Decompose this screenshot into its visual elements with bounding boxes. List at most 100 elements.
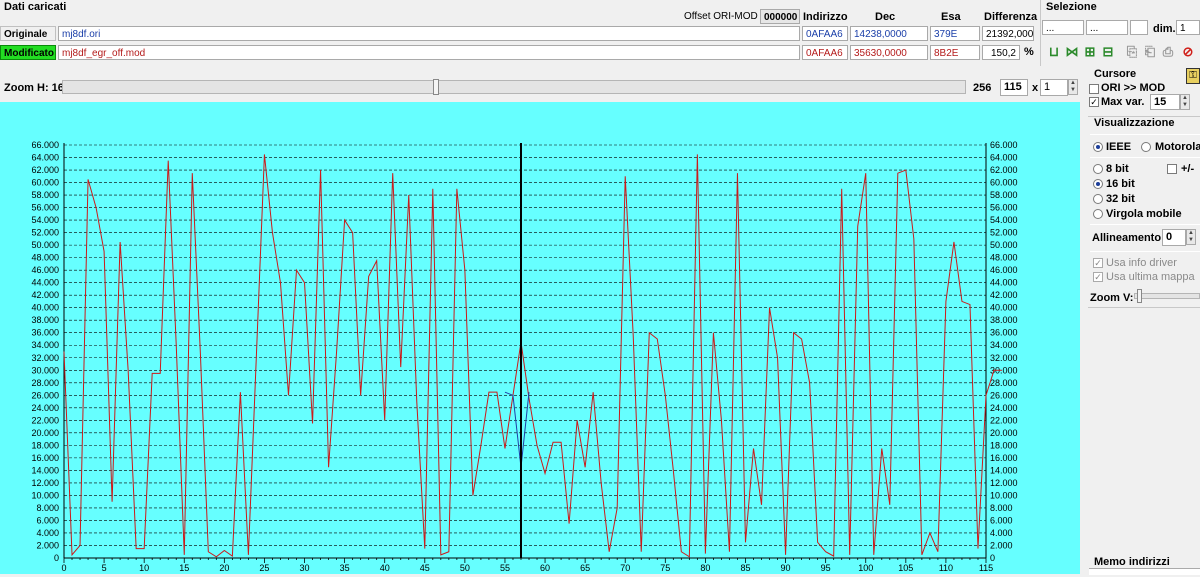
copy-left-icon[interactable]: ⊔: [1046, 44, 1062, 60]
zoom-mult-spinner[interactable]: ▲ ▼: [1068, 79, 1078, 95]
selezione-title: Selezione: [1046, 1, 1097, 13]
ori-mod-checkbox[interactable]: [1089, 84, 1099, 94]
max-var-checkbox[interactable]: ✓: [1089, 97, 1099, 107]
x-tick-label: 70: [620, 563, 630, 573]
zoom-mult[interactable]: 1: [1040, 79, 1068, 96]
y-tick-label-right: 16.000: [990, 453, 1018, 463]
max-var-value[interactable]: 15: [1150, 94, 1180, 110]
y-tick-label-right: 54.000: [990, 215, 1018, 225]
zoom-v-label: Zoom V:: [1090, 292, 1134, 304]
selezione-end[interactable]: ...: [1086, 20, 1128, 35]
zoom-x-label: x: [1032, 82, 1039, 94]
y-tick-label-right: 0: [990, 553, 995, 563]
visualizzazione-title: Visualizzazione: [1094, 117, 1175, 129]
originale-filename[interactable]: mj8df.ori: [58, 26, 800, 41]
lock-icon[interactable]: ⚿: [1186, 68, 1200, 84]
y-tick-label-left: 56.000: [31, 203, 59, 213]
zoom-h-value[interactable]: 115: [1000, 79, 1028, 96]
import-icon[interactable]: ⎗: [1142, 44, 1158, 60]
plusminus-checkbox[interactable]: [1167, 164, 1177, 174]
y-tick-label-right: 32.000: [990, 353, 1018, 363]
offset-value[interactable]: 000000: [760, 9, 800, 24]
y-tick-label-right: 56.000: [990, 203, 1018, 213]
16bit-radio[interactable]: [1093, 179, 1103, 189]
zoom-v-track[interactable]: [1134, 289, 1200, 303]
max-var-label: Max var.: [1101, 96, 1145, 108]
y-tick-label-left: 18.000: [31, 440, 59, 450]
max-var-spinner[interactable]: ▲ ▼: [1180, 94, 1190, 110]
y-tick-label-left: 64.000: [31, 153, 59, 163]
modificato-filename[interactable]: mj8df_egr_off.mod: [58, 45, 800, 60]
selezione-extra[interactable]: [1130, 20, 1148, 35]
y-tick-label-right: 66.000: [990, 140, 1018, 150]
modificato-esa[interactable]: 8B2E: [930, 45, 980, 60]
usa-info-driver-label: Usa info driver: [1106, 257, 1177, 269]
stop-icon[interactable]: ⊘: [1180, 44, 1196, 60]
x-tick-label: 5: [102, 563, 107, 573]
y-tick-label-left: 24.000: [31, 403, 59, 413]
y-tick-label-right: 4.000: [990, 528, 1013, 538]
zoom-h-thumb[interactable]: [433, 79, 439, 95]
copy-right-icon[interactable]: ⋈: [1064, 44, 1080, 60]
originale-esa[interactable]: 379E: [930, 26, 980, 41]
x-tick-label: 30: [300, 563, 310, 573]
selezione-start[interactable]: ...: [1042, 20, 1084, 35]
usa-info-driver-checkbox[interactable]: ✓: [1093, 258, 1103, 268]
y-tick-label-left: 52.000: [31, 228, 59, 238]
y-tick-label-right: 20.000: [990, 428, 1018, 438]
x-tick-label: 50: [460, 563, 470, 573]
motorola-radio[interactable]: [1141, 142, 1151, 152]
y-tick-label-left: 66.000: [31, 140, 59, 150]
save-icon[interactable]: ⎙: [1160, 44, 1176, 60]
y-tick-label-right: 18.000: [990, 440, 1018, 450]
chart-area[interactable]: 0 0 2.000 2.000 4.000 4.000 6.000 6.000 8.000 8.0…: [0, 102, 1080, 574]
originale-indirizzo[interactable]: 0AFAA6: [802, 26, 848, 41]
y-tick-label-left: 50.000: [31, 240, 59, 250]
y-tick-label-left: 60.000: [31, 178, 59, 188]
8bit-label: 8 bit: [1106, 163, 1129, 175]
y-tick-label-left: 12.000: [31, 478, 59, 488]
virgola-label: Virgola mobile: [1106, 208, 1182, 220]
dim-input[interactable]: 1: [1176, 20, 1200, 35]
32bit-radio[interactable]: [1093, 194, 1103, 204]
chart-svg[interactable]: 0 02.000 2.0004.000 4.0006.000 6.0008.000 8.0…: [0, 102, 1080, 574]
modificato-dec[interactable]: 35630,0000: [850, 45, 928, 60]
y-tick-label-left: 30.000: [31, 365, 59, 375]
y-tick-label-left: 8.000: [36, 503, 59, 513]
export-icon[interactable]: ⎘: [1124, 44, 1140, 60]
allineamento-value[interactable]: 0: [1162, 229, 1186, 246]
y-tick-label-right: 42.000: [990, 290, 1018, 300]
x-tick-label: 115: [979, 563, 993, 573]
y-tick-label-left: 44.000: [31, 278, 59, 288]
allineamento-spinner[interactable]: ▲ ▼: [1186, 229, 1196, 245]
modificato-indirizzo[interactable]: 0AFAA6: [802, 45, 848, 60]
x-tick-label: 100: [858, 563, 873, 573]
col-indirizzo: Indirizzo: [803, 11, 848, 23]
y-tick-label-right: 46.000: [990, 265, 1018, 275]
y-tick-label-right: 52.000: [990, 228, 1018, 238]
copy-all-icon[interactable]: ⊟: [1100, 44, 1116, 60]
dim-label: dim.: [1153, 23, 1176, 35]
y-tick-label-left: 42.000: [31, 290, 59, 300]
usa-ultima-mappa-checkbox[interactable]: ✓: [1093, 272, 1103, 282]
copy-block-icon[interactable]: ⊞: [1082, 44, 1098, 60]
zoom-h-max: 256: [973, 82, 992, 94]
virgola-radio[interactable]: [1093, 209, 1103, 219]
ieee-radio[interactable]: [1093, 142, 1103, 152]
selezione-divider: [1040, 0, 1041, 66]
vis-rule-3: [1090, 224, 1200, 225]
x-tick-label: 35: [340, 563, 350, 573]
x-tick-label: 105: [898, 563, 913, 573]
x-tick-label: 60: [540, 563, 550, 573]
cursore-title: Cursore: [1094, 68, 1137, 80]
zoom-h-track[interactable]: [62, 79, 966, 95]
8bit-radio[interactable]: [1093, 164, 1103, 174]
x-tick-label: 80: [700, 563, 710, 573]
memo-indirizzi-title: Memo indirizzi: [1094, 556, 1170, 568]
y-tick-label-left: 26.000: [31, 390, 59, 400]
x-tick-label: 65: [580, 563, 590, 573]
y-tick-label-left: 10.000: [31, 490, 59, 500]
zoom-v-thumb[interactable]: [1137, 289, 1142, 303]
col-differenza: Differenza: [984, 11, 1038, 23]
originale-dec[interactable]: 14238,0000: [850, 26, 928, 41]
